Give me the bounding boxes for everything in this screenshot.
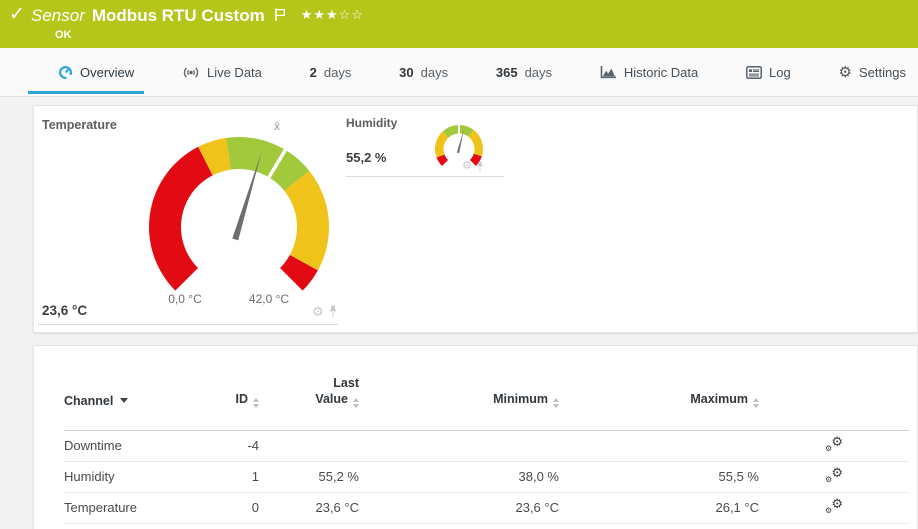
channel-last-value: 55,2 % [318, 469, 359, 484]
gear-icon[interactable]: ⚙ [462, 161, 472, 172]
channel-name: Temperature [64, 500, 137, 515]
tab-30-days[interactable]: 30 days [399, 48, 448, 97]
tab-bar: Overview Live Data 2 days 30 days 365 da… [0, 48, 918, 97]
table-row: Downtime -4 ⚙ ⚙ [64, 430, 909, 461]
tab-historic-data[interactable]: Historic Data [600, 48, 698, 97]
column-header-maximum[interactable]: Maximum [559, 346, 759, 430]
star-filled-icon[interactable]: ★ [313, 7, 325, 23]
humidity-value: 55,2 % [346, 150, 387, 165]
temperature-value: 23,6 °C [42, 303, 88, 318]
priority-stars[interactable]: ★ ★ ★ ☆ ☆ [301, 7, 363, 23]
channels-table: Channel ID Last Value Minimum Maximum Do… [64, 346, 909, 524]
humidity-gauge-title: Humidity [346, 116, 398, 130]
sort-icon [553, 397, 559, 408]
channel-settings-icon[interactable]: ⚙ ⚙ [825, 435, 843, 453]
sort-desc-icon [120, 397, 129, 403]
table-row: Temperature 0 23,6 °C 23,6 °C 26,1 °C ⚙ ⚙ [64, 492, 909, 523]
sensor-header: ✓ Sensor Modbus RTU Custom ★ ★ ★ ☆ ☆ OK [0, 0, 918, 48]
column-header-last-value[interactable]: Last Value [259, 346, 359, 430]
tab-settings[interactable]: ⚙ Settings [839, 48, 906, 97]
broadcast-icon [183, 66, 199, 78]
tab-overview[interactable]: Overview [27, 48, 145, 97]
gauges-panel: Temperature 0,0 °C 42,0 °C x̄ 23,6 °C ⚙ … [33, 105, 918, 333]
tab-live-data[interactable]: Live Data [182, 48, 262, 97]
pin-icon[interactable] [476, 161, 484, 172]
temperature-gauge-tools: ⚙ [312, 305, 338, 318]
tab-log[interactable]: Log [746, 48, 791, 97]
area-chart-icon [600, 66, 616, 79]
star-empty-icon[interactable]: ☆ [351, 7, 363, 23]
gauge-icon [58, 65, 73, 79]
channel-settings-icon[interactable]: ⚙ ⚙ [825, 497, 843, 515]
gauge-scale-max: 42,0 °C [248, 292, 290, 306]
star-filled-icon[interactable]: ★ [301, 7, 313, 23]
channel-settings-icon[interactable]: ⚙ ⚙ [825, 466, 843, 484]
sort-icon [353, 397, 359, 408]
channel-maximum: 55,5 % [718, 469, 759, 484]
sensor-title-line: Sensor Modbus RTU Custom ★ ★ ★ ☆ ☆ [31, 4, 363, 28]
object-kind-label: Sensor [31, 6, 85, 25]
flag-icon[interactable] [274, 7, 286, 22]
divider [38, 324, 338, 325]
average-marker-label: x̄ [274, 119, 280, 133]
sort-icon [753, 397, 759, 408]
gear-icon[interactable]: ⚙ [312, 305, 324, 318]
channel-last-value: 23,6 °C [315, 500, 359, 515]
column-header-settings [759, 346, 909, 430]
tab-365-days[interactable]: 365 days [496, 48, 552, 97]
log-icon [746, 65, 762, 79]
channel-maximum [559, 430, 759, 461]
check-icon: ✓ [9, 4, 25, 25]
status-badge: OK [55, 29, 72, 41]
pin-icon[interactable] [328, 305, 338, 318]
channel-id: 0 [251, 500, 259, 515]
table-header-row: Channel ID Last Value Minimum Maximum [64, 346, 909, 430]
column-header-id[interactable]: ID [214, 346, 259, 430]
channel-minimum [359, 430, 559, 461]
channel-name: Humidity [64, 469, 115, 484]
channel-maximum: 26,1 °C [715, 500, 759, 515]
channel-id: -4 [247, 438, 259, 453]
star-filled-icon[interactable]: ★ [326, 7, 338, 23]
channel-id: 1 [251, 469, 259, 484]
channels-panel: Channel ID Last Value Minimum Maximum Do… [33, 345, 918, 529]
column-header-minimum[interactable]: Minimum [359, 346, 559, 430]
channel-last-value [259, 430, 359, 461]
column-header-channel[interactable]: Channel [64, 346, 214, 430]
divider [346, 176, 504, 177]
tab-2-days[interactable]: 2 days [310, 48, 352, 97]
gear-icon: ⚙ [838, 63, 852, 81]
temperature-gauge-title: Temperature [42, 118, 117, 132]
gauge-scale-min: 0,0 °C [168, 292, 202, 306]
page-title: Modbus RTU Custom [91, 6, 265, 25]
channel-name: Downtime [64, 438, 122, 453]
channel-minimum: 23,6 °C [515, 500, 559, 515]
channel-minimum: 38,0 % [518, 469, 559, 484]
humidity-gauge-tools: ⚙ [462, 161, 484, 172]
star-empty-icon[interactable]: ☆ [339, 7, 351, 23]
sort-icon [253, 397, 259, 408]
table-row: Humidity 1 55,2 % 38,0 % 55,5 % ⚙ ⚙ [64, 461, 909, 492]
